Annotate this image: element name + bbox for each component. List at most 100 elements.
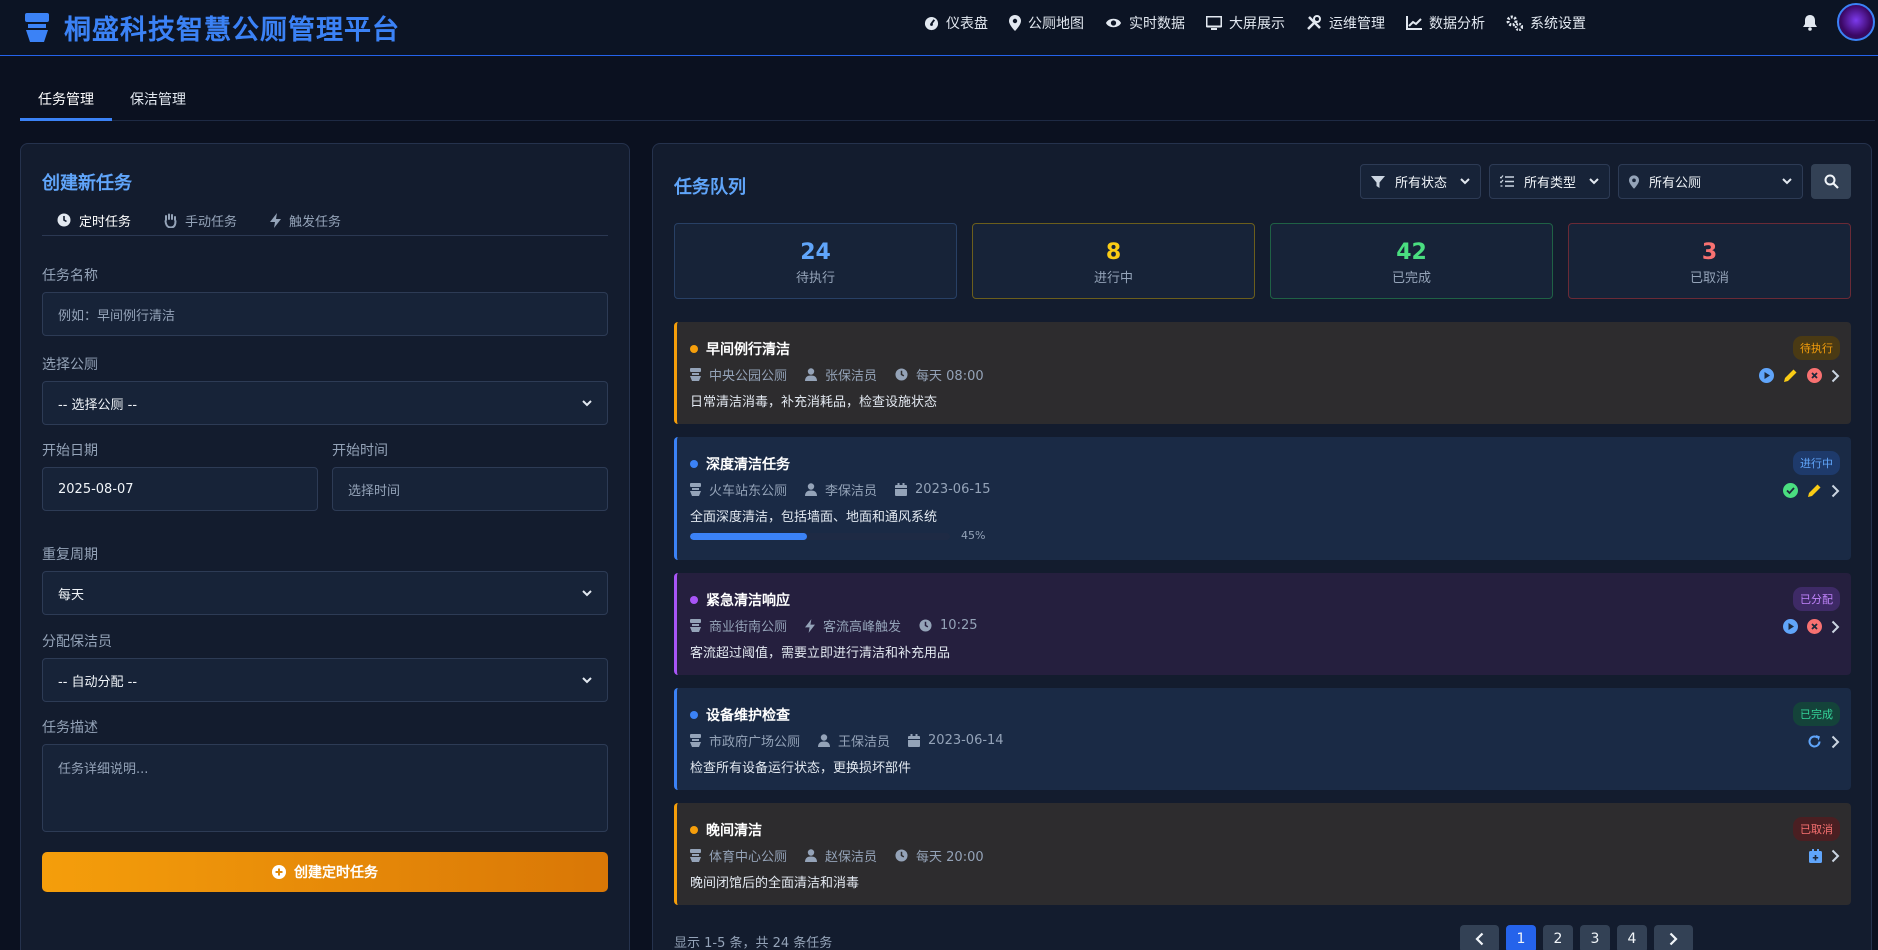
nav-data-analysis[interactable]: 数据分析: [1406, 13, 1485, 33]
edit-icon[interactable]: [1783, 368, 1798, 383]
progress-fill: [690, 533, 807, 540]
toilet-filter[interactable]: 所有公厕: [1618, 164, 1803, 199]
chevron-down-icon: [582, 589, 592, 596]
prev-page-button[interactable]: [1460, 925, 1499, 950]
start-time-input[interactable]: 选择时间: [332, 467, 608, 511]
tab-task-management[interactable]: 任务管理: [20, 76, 112, 121]
toilet-select[interactable]: -- 选择公厕 --: [42, 381, 608, 425]
task-card[interactable]: 晚间清洁 体育中心公厕 赵保洁员 每天 20:00 晚间闭馆后的全面清洁和消毒 …: [674, 803, 1851, 905]
status-dot: [690, 345, 698, 353]
task-name-input[interactable]: 例如：早间例行清洁: [42, 292, 608, 336]
tab-cleaning-management[interactable]: 保洁管理: [112, 76, 204, 121]
page-button[interactable]: 3: [1580, 925, 1610, 950]
start-time-placeholder: 选择时间: [348, 483, 401, 499]
repeat-select[interactable]: 每天: [42, 571, 608, 615]
chevron-right-icon[interactable]: [1831, 620, 1840, 634]
subtab-trigger[interactable]: 触发任务: [255, 206, 359, 234]
subtab-scheduled[interactable]: 定时任务: [42, 206, 149, 234]
nav-operations[interactable]: 运维管理: [1306, 13, 1385, 33]
toilet-icon: [690, 849, 701, 862]
cleaner-select[interactable]: -- 自动分配 --: [42, 658, 608, 702]
start-time-label: 开始时间: [332, 443, 388, 459]
check-icon[interactable]: [1783, 483, 1798, 498]
monitor-icon: [1206, 16, 1222, 30]
next-page-button[interactable]: [1654, 925, 1693, 950]
task-desc-textarea[interactable]: 任务详细说明...: [42, 744, 608, 832]
task-title: 紧急清洁响应: [706, 593, 790, 609]
status-filter[interactable]: 所有状态: [1360, 164, 1481, 199]
chevron-down-icon: [582, 399, 592, 406]
page-button[interactable]: 2: [1543, 925, 1573, 950]
progress-bar: [690, 533, 950, 540]
task-type-tabs: 定时任务 手动任务 触发任务: [42, 206, 608, 236]
search-button[interactable]: [1811, 164, 1851, 199]
user-avatar[interactable]: [1837, 3, 1875, 41]
brand[interactable]: 桐盛科技智慧公厕管理平台: [22, 8, 400, 47]
page-tabs: 任务管理 保洁管理: [20, 76, 1875, 121]
task-name-label: 任务名称: [42, 268, 98, 284]
clock-icon: [895, 849, 908, 862]
page-button[interactable]: 1: [1506, 925, 1536, 950]
status-filter-value: 所有状态: [1395, 176, 1448, 191]
create-task-button[interactable]: 创建定时任务: [42, 852, 608, 892]
gears-icon: [1506, 15, 1523, 31]
redo-icon[interactable]: [1807, 734, 1822, 749]
start-date-input[interactable]: 2025-08-07: [42, 467, 318, 511]
user-icon: [805, 483, 818, 496]
task-location: 火车站东公厕: [709, 484, 788, 499]
task-queue-panel: 任务队列 所有状态 所有类型 所有公厕 24 待执行 8 进行中 42 已完成 …: [652, 143, 1872, 950]
nav-big-screen[interactable]: 大屏展示: [1206, 13, 1285, 33]
nav-dashboard[interactable]: 仪表盘: [924, 13, 988, 33]
type-filter[interactable]: 所有类型: [1489, 164, 1610, 199]
bell-icon[interactable]: [1802, 14, 1818, 31]
task-desc-label: 任务描述: [42, 720, 98, 736]
task-name-placeholder: 例如：早间例行清洁: [58, 308, 176, 324]
chevron-down-icon: [1589, 178, 1599, 185]
start-date-value: 2025-08-07: [58, 481, 134, 497]
stat-value: 42: [1396, 240, 1427, 265]
user-icon: [805, 368, 818, 381]
status-dot: [690, 711, 698, 719]
stat-label: 待执行: [795, 271, 835, 286]
edit-icon[interactable]: [1807, 483, 1822, 498]
stat-cancelled: 3 已取消: [1568, 223, 1851, 299]
stat-in-progress: 8 进行中: [972, 223, 1255, 299]
start-date-label: 开始日期: [42, 443, 98, 459]
nav-label: 系统设置: [1530, 16, 1586, 32]
status-badge: 待执行: [1793, 336, 1840, 360]
task-person: 张保洁员: [825, 369, 878, 384]
status-dot: [690, 460, 698, 468]
play-icon[interactable]: [1783, 619, 1798, 634]
cancel-icon[interactable]: [1807, 619, 1822, 634]
cancel-icon[interactable]: [1807, 368, 1822, 383]
chevron-right-icon[interactable]: [1831, 735, 1840, 749]
task-time: 每天 20:00: [916, 850, 984, 865]
play-icon[interactable]: [1759, 368, 1774, 383]
subtab-manual[interactable]: 手动任务: [149, 206, 255, 234]
toilet-select-label: 选择公厕: [42, 357, 98, 373]
task-title: 晚间清洁: [706, 823, 762, 839]
chevron-down-icon: [582, 676, 592, 683]
stat-value: 8: [1105, 240, 1122, 265]
task-desc: 检查所有设备运行状态，更换损坏部件: [690, 761, 912, 776]
nav-toilet-map[interactable]: 公厕地图: [1009, 13, 1084, 33]
filter-icon: [1371, 175, 1385, 188]
stat-pending: 24 待执行: [674, 223, 957, 299]
nav-system-settings[interactable]: 系统设置: [1506, 13, 1586, 33]
task-card[interactable]: 紧急清洁响应 商业街南公厕 客流高峰触发 10:25 客流超过阈值，需要立即进行…: [674, 573, 1851, 675]
chevron-right-icon[interactable]: [1831, 369, 1840, 383]
nav-realtime-data[interactable]: 实时数据: [1105, 13, 1185, 33]
stat-completed: 42 已完成: [1270, 223, 1553, 299]
chevron-right-icon[interactable]: [1831, 849, 1840, 863]
task-location: 体育中心公厕: [709, 850, 788, 865]
chevron-right-icon[interactable]: [1831, 484, 1840, 498]
calendar-plus-icon[interactable]: [1809, 849, 1822, 863]
top-bar: 桐盛科技智慧公厕管理平台 仪表盘 公厕地图 实时数据 大屏展示 运维管理 数据分…: [0, 0, 1878, 56]
page-button[interactable]: 4: [1617, 925, 1647, 950]
task-location: 市政府广场公厕: [709, 735, 801, 750]
task-card[interactable]: 设备维护检查 市政府广场公厕 王保洁员 2023-06-14 检查所有设备运行状…: [674, 688, 1851, 790]
eye-icon: [1105, 18, 1122, 28]
bolt-icon: [270, 212, 282, 228]
task-card[interactable]: 深度清洁任务 火车站东公厕 李保洁员 2023-06-15 全面深度清洁，包括墙…: [674, 437, 1851, 560]
task-card[interactable]: 早间例行清洁 中央公园公厕 张保洁员 每天 08:00 日常清洁消毒，补充消耗品…: [674, 322, 1851, 424]
